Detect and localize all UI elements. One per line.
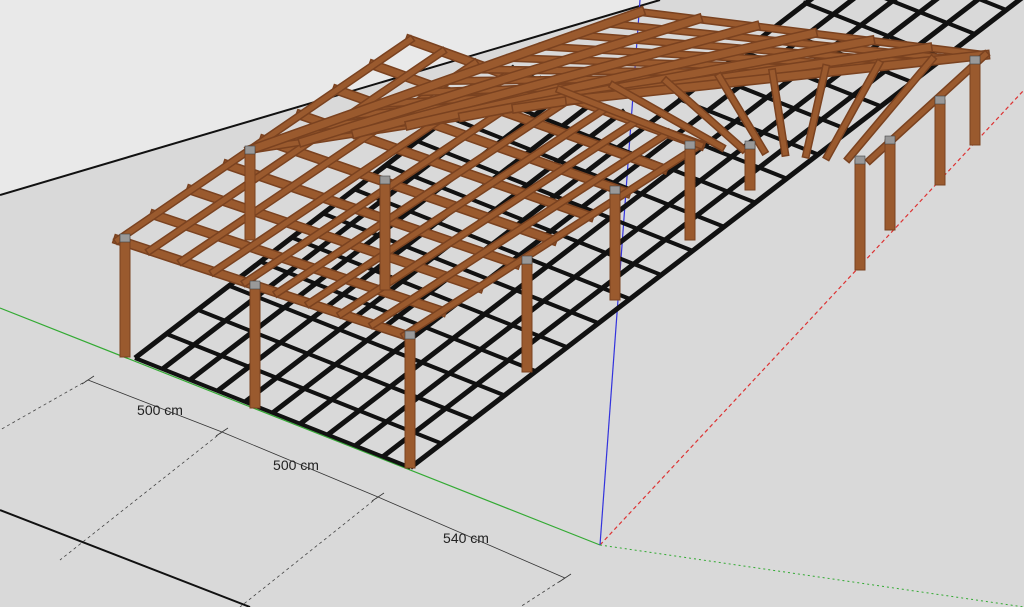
post-connector xyxy=(934,95,946,105)
timber-post xyxy=(969,59,981,146)
post-connector xyxy=(884,135,896,145)
timber-post xyxy=(934,99,946,186)
post-connector xyxy=(744,140,756,150)
post-connector xyxy=(521,255,533,265)
post-connector xyxy=(379,175,391,185)
timber-post xyxy=(119,237,131,358)
timber-post xyxy=(684,144,696,241)
post-connector xyxy=(119,233,131,243)
dimension-label: 500 cm xyxy=(137,402,183,418)
dimension-label: 540 cm xyxy=(443,530,489,546)
post-connector xyxy=(244,145,256,155)
timber-post xyxy=(404,334,416,469)
post-connector xyxy=(404,330,416,340)
timber-post xyxy=(854,159,866,271)
post-connector xyxy=(854,155,866,165)
timber-post xyxy=(244,149,256,241)
timber-post xyxy=(379,179,391,291)
post-connector xyxy=(609,185,621,195)
timber-post xyxy=(249,284,261,409)
dimension-label: 500 cm xyxy=(273,457,319,473)
scene-canvas[interactable]: 500 cm 500 cm 540 cm xyxy=(0,0,1024,607)
timber-post xyxy=(744,144,756,191)
timber-post xyxy=(884,139,896,231)
post-connector xyxy=(969,55,981,65)
post-connector xyxy=(249,280,261,290)
timber-post xyxy=(609,189,621,301)
timber-post xyxy=(521,259,533,373)
post-connector xyxy=(684,140,696,150)
model-viewport[interactable]: 500 cm 500 cm 540 cm xyxy=(0,0,1024,607)
